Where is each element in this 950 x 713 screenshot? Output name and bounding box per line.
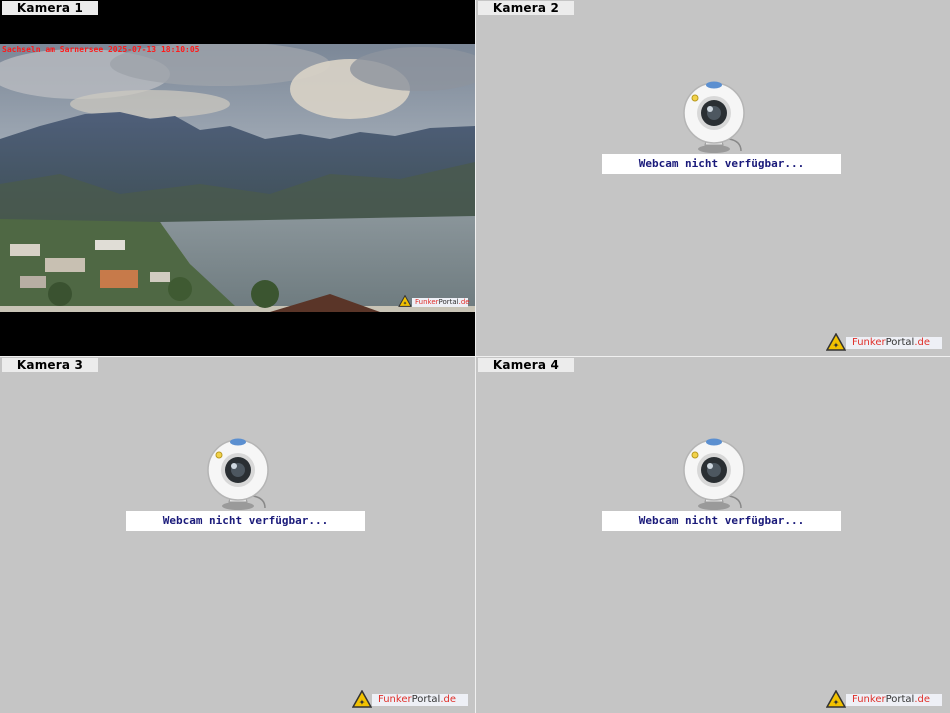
camera-panel-3[interactable]: Kamera 3 Webcam nicht verfügbar... ✦ Fun…: [0, 357, 475, 713]
camera-panel-1[interactable]: ✦ FunkerPortal.de Sachseln am Sarnersee …: [0, 0, 475, 356]
grid-divider-horizontal: [0, 356, 950, 357]
webcam-icon: [207, 438, 269, 510]
lake-mountain-scene: [0, 44, 475, 312]
webcam-live-image[interactable]: ✦ FunkerPortal.de: [0, 44, 475, 312]
webcam-icon: [683, 438, 745, 510]
camera-panel-2[interactable]: Kamera 2 Webcam nicht verfügbar... ✦ Fun…: [476, 0, 950, 356]
camera-label: Kamera 4: [478, 358, 574, 372]
warning-triangle-icon: ✦: [398, 295, 412, 307]
webcam-timestamp-overlay: Sachseln am Sarnersee 2025-07-13 18:10:0…: [2, 45, 200, 54]
camera-label: Kamera 3: [2, 358, 98, 372]
webcam-icon: [683, 81, 745, 153]
warning-triangle-icon: ✦: [826, 333, 846, 351]
camera-label: Kamera 1: [2, 1, 98, 15]
svg-text:✦: ✦: [833, 698, 840, 707]
warning-triangle-icon: ✦: [352, 690, 372, 708]
svg-text:✦: ✦: [359, 698, 366, 707]
webcam-unavailable-message: Webcam nicht verfügbar...: [126, 511, 365, 531]
svg-text:✦: ✦: [833, 341, 840, 350]
camera-label: Kamera 2: [478, 1, 574, 15]
webcam-unavailable-message: Webcam nicht verfügbar...: [602, 511, 841, 531]
warning-triangle-icon: ✦: [826, 690, 846, 708]
svg-text:✦: ✦: [403, 301, 408, 307]
camera-panel-4[interactable]: Kamera 4 Webcam nicht verfügbar... ✦ Fun…: [476, 357, 950, 713]
webcam-unavailable-message: Webcam nicht verfügbar...: [602, 154, 841, 174]
